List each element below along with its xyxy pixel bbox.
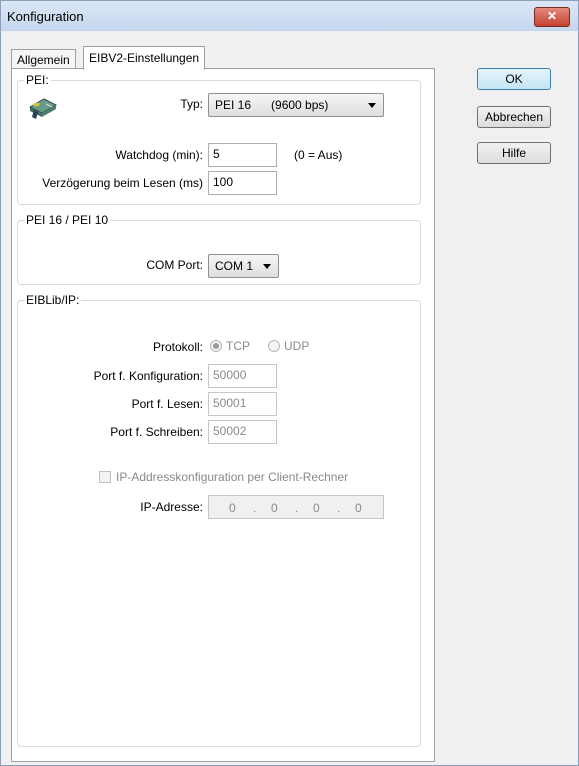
ip-address-label: IP-Adresse: (140, 500, 203, 514)
ok-button[interactable]: OK (477, 68, 551, 90)
eiblib-group-legend: EIBLib/IP: (26, 293, 80, 307)
close-icon: ✕ (546, 9, 558, 23)
ip-octet-3: 0 (313, 501, 320, 515)
com-port-value: COM 1 (215, 259, 254, 273)
port-read-input[interactable]: 50001 (208, 392, 277, 416)
pei-group-legend: PEI: (26, 73, 49, 87)
port-write-input[interactable]: 50002 (208, 420, 277, 444)
ip-octet-4: 0 (355, 501, 362, 515)
hilfe-button[interactable]: Hilfe (477, 142, 551, 164)
close-button[interactable]: ✕ (534, 7, 570, 27)
client-config-label: IP-Addresskonfiguration per Client-Rechn… (116, 470, 349, 484)
ip-address-input[interactable]: 0 . 0 . 0 . 0 (208, 495, 384, 519)
abbrechen-button[interactable]: Abbrechen (477, 106, 551, 128)
client-config-checkbox[interactable] (99, 471, 111, 483)
dialog-client: Allgemein EIBV2-Einstellungen PEI: Typ: … (7, 31, 572, 762)
pei-device-icon (28, 98, 58, 119)
protocol-tcp-label: TCP (226, 339, 250, 353)
protocol-label: Protokoll: (152, 340, 203, 354)
com-port-label: COM Port: (146, 258, 203, 272)
ip-dot-1: . (253, 501, 257, 515)
protocol-tcp-radio[interactable] (210, 340, 222, 352)
tab-allgemein[interactable]: Allgemein (11, 49, 76, 69)
ip-octet-2: 0 (271, 501, 278, 515)
protocol-udp-label: UDP (284, 339, 310, 353)
port-write-label: Port f. Schreiben: (110, 425, 203, 439)
ip-octet-1: 0 (229, 501, 236, 515)
ip-dot-2: . (295, 501, 299, 515)
port-read-label: Port f. Lesen: (131, 397, 203, 411)
typ-select-value: PEI 16 (9600 bps) (215, 98, 329, 112)
tab-panel: PEI: Typ: PEI 16 (9600 bps) Watchdog (mi… (11, 68, 435, 762)
window-title: Konfiguration (7, 9, 84, 24)
watchdog-input[interactable]: 5 (208, 143, 277, 167)
protocol-udp-radio[interactable] (268, 340, 280, 352)
ip-dot-3: . (337, 501, 341, 515)
config-dialog: Konfiguration ✕ Allgemein EIBV2-Einstell… (0, 0, 579, 766)
tab-eibv2-einstellungen[interactable]: EIBV2-Einstellungen (83, 46, 206, 70)
watchdog-hint: (0 = Aus) (294, 148, 343, 162)
delay-input[interactable]: 100 (208, 171, 277, 195)
eiblib-group: EIBLib/IP: (17, 293, 421, 747)
port-config-label: Port f. Konfiguration: (93, 369, 203, 383)
com-port-select[interactable]: COM 1 (208, 254, 279, 278)
port-config-input[interactable]: 50000 (208, 364, 277, 388)
chevron-down-icon (263, 264, 271, 269)
title-bar[interactable]: Konfiguration ✕ (1, 1, 578, 31)
pei16-group-legend: PEI 16 / PEI 10 (26, 213, 109, 227)
typ-select[interactable]: PEI 16 (9600 bps) (208, 93, 384, 117)
delay-label: Verzögerung beim Lesen (ms) (42, 176, 203, 190)
watchdog-label: Watchdog (min): (115, 148, 203, 162)
chevron-down-icon (368, 103, 376, 108)
typ-label: Typ: (180, 97, 203, 111)
